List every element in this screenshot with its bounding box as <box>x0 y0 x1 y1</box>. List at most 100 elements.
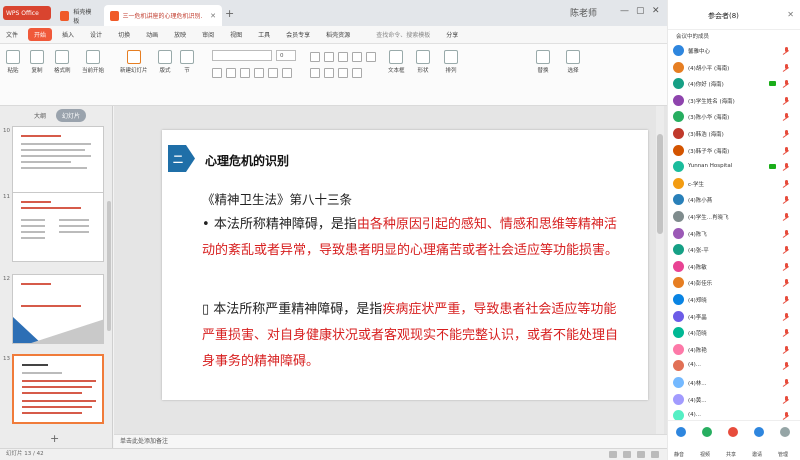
mic-muted-icon[interactable] <box>783 329 790 337</box>
law-title[interactable]: 《精神卫生法》第八十三条 <box>202 189 352 208</box>
mic-muted-icon[interactable] <box>783 296 790 304</box>
editor-scrollbar[interactable] <box>656 106 664 434</box>
arrange-button[interactable]: 排列 <box>444 50 458 74</box>
font-color-icon[interactable] <box>268 68 278 78</box>
mic-muted-icon[interactable] <box>783 279 790 287</box>
bullet-list-icon[interactable] <box>310 52 320 62</box>
font-name-select[interactable] <box>212 50 272 61</box>
add-slide-button[interactable]: + <box>50 432 59 445</box>
close-icon[interactable]: ✕ <box>787 10 794 19</box>
align-left-icon[interactable] <box>310 68 320 78</box>
video-icon[interactable] <box>702 427 712 437</box>
mic-muted-icon[interactable] <box>783 179 790 188</box>
user-name[interactable]: 陈老师 <box>570 6 597 19</box>
menu-animation[interactable]: 动画 <box>140 28 164 41</box>
new-tab-button[interactable]: + <box>225 7 234 20</box>
camera-on-icon[interactable] <box>769 164 776 170</box>
participant-row[interactable]: (4)范晓 <box>668 324 800 342</box>
participant-row[interactable]: (3)韩浩 (海南) <box>668 125 800 143</box>
menu-slideshow[interactable]: 放映 <box>168 28 192 41</box>
participant-row[interactable]: (4)黄... <box>668 391 800 409</box>
maximize-icon[interactable]: ▢ <box>636 6 645 16</box>
minimize-icon[interactable]: — <box>620 6 629 16</box>
copy-button[interactable]: 复制 <box>30 50 44 74</box>
participant-row[interactable]: (4)郑晓 <box>668 291 800 309</box>
close-icon[interactable]: ✕ <box>652 6 660 16</box>
participant-row[interactable]: (4)陈小燕 <box>668 191 800 209</box>
camera-on-icon[interactable] <box>769 81 776 87</box>
mic-muted-icon[interactable] <box>783 146 790 155</box>
mic-muted-icon[interactable] <box>783 362 790 370</box>
new-slide-button[interactable]: 新建幻灯片 <box>120 50 148 74</box>
participant-row[interactable]: 馨雅中心 <box>668 42 800 60</box>
slide-thumbnail[interactable] <box>12 274 104 344</box>
menu-member[interactable]: 会员专享 <box>280 28 316 41</box>
mic-muted-icon[interactable] <box>783 412 790 420</box>
mic-muted-icon[interactable] <box>783 262 790 271</box>
normal-view-icon[interactable] <box>609 451 617 458</box>
mic-muted-icon[interactable] <box>783 312 790 321</box>
participant-row[interactable]: (4)胡小平 (海南) <box>668 59 800 77</box>
italic-icon[interactable] <box>226 68 236 78</box>
current-slide[interactable]: 二 心理危机的识别 《精神卫生法》第八十三条 • 本法所称精神障碍，是指由各种原… <box>162 130 648 400</box>
mic-muted-icon[interactable] <box>783 229 790 238</box>
paste-button[interactable]: 粘贴 <box>6 50 20 74</box>
mic-muted-icon[interactable] <box>783 80 790 88</box>
menu-review[interactable]: 审阅 <box>196 28 220 41</box>
menu-insert[interactable]: 插入 <box>56 28 80 41</box>
align-center-icon[interactable] <box>324 68 334 78</box>
participant-row[interactable]: (4)李晶 <box>668 308 800 326</box>
participant-row[interactable]: (4)林... <box>668 374 800 392</box>
participant-row[interactable]: (4)陈艳 <box>668 341 800 359</box>
participant-row[interactable]: (4)张-平 <box>668 241 800 259</box>
mic-muted-icon[interactable] <box>783 113 790 121</box>
mic-muted-icon[interactable] <box>783 345 790 354</box>
invite-icon[interactable] <box>754 427 764 437</box>
highlight-icon[interactable] <box>282 68 292 78</box>
menu-file[interactable]: 文件 <box>0 28 24 41</box>
line-spacing-icon[interactable] <box>366 52 376 62</box>
mic-muted-icon[interactable] <box>783 96 790 105</box>
format-painter-button[interactable]: 格式刷 <box>54 50 71 74</box>
slide-thumbnail[interactable] <box>12 192 104 262</box>
numbered-list-icon[interactable] <box>324 52 334 62</box>
scroll-thumb[interactable] <box>657 134 663 234</box>
play-from-current-button[interactable]: 当前开始 <box>82 50 104 74</box>
tab-document[interactable]: 三一危机讲座的心理危机识别.pptx ✕ <box>104 5 222 26</box>
participant-row[interactable]: (4)陈敏 <box>668 258 800 276</box>
command-search[interactable]: 查找命令、搜索模板 <box>370 28 436 41</box>
tab-outline[interactable]: 大纲 <box>28 109 52 122</box>
mic-muted-icon[interactable] <box>783 196 790 204</box>
mute-icon[interactable] <box>676 427 686 437</box>
mic-muted-icon[interactable] <box>783 213 790 221</box>
close-tab-icon[interactable]: ✕ <box>210 12 216 20</box>
participant-row[interactable]: (3)陈小华 (海南) <box>668 108 800 126</box>
mic-muted-icon[interactable] <box>783 246 790 254</box>
sorter-view-icon[interactable] <box>623 451 631 458</box>
underline-icon[interactable] <box>240 68 250 78</box>
participant-row[interactable]: (4)彭佳乐 <box>668 274 800 292</box>
menu-home[interactable]: 开始 <box>28 28 53 41</box>
participant-row[interactable]: Yunnan Hospital <box>668 158 800 176</box>
slideshow-icon[interactable] <box>651 451 659 458</box>
slide-thumbnail[interactable] <box>12 126 104 196</box>
mic-muted-icon[interactable] <box>783 47 790 55</box>
mic-muted-icon[interactable] <box>783 130 790 138</box>
replace-button[interactable]: 替换 <box>536 50 550 74</box>
tab-slides[interactable]: 幻灯片 <box>56 108 87 122</box>
menu-tools[interactable]: 工具 <box>252 28 276 41</box>
notes-pane[interactable]: 单击此处添加备注 <box>114 434 667 448</box>
textbox-button[interactable]: 文本框 <box>388 50 405 74</box>
paragraph-1[interactable]: • 本法所称精神障碍，是指由各种原因引起的感知、情感和思维等精神活动的紊乱或者异… <box>202 212 622 264</box>
participant-row[interactable]: (3)学生姓名 (海南) <box>668 92 800 110</box>
justify-icon[interactable] <box>352 68 362 78</box>
share-screen-icon[interactable] <box>728 427 738 437</box>
section-button[interactable]: 节 <box>180 50 194 74</box>
slide-title[interactable]: 心理危机的识别 <box>205 152 289 169</box>
outdent-icon[interactable] <box>352 52 362 62</box>
participant-row[interactable]: c-学生 <box>668 175 800 193</box>
participant-row[interactable]: (4)你好 (海南) <box>668 75 800 93</box>
panel-scrollbar[interactable] <box>107 201 111 331</box>
menu-transition[interactable]: 切换 <box>112 28 136 41</box>
mic-muted-icon[interactable] <box>783 379 790 387</box>
